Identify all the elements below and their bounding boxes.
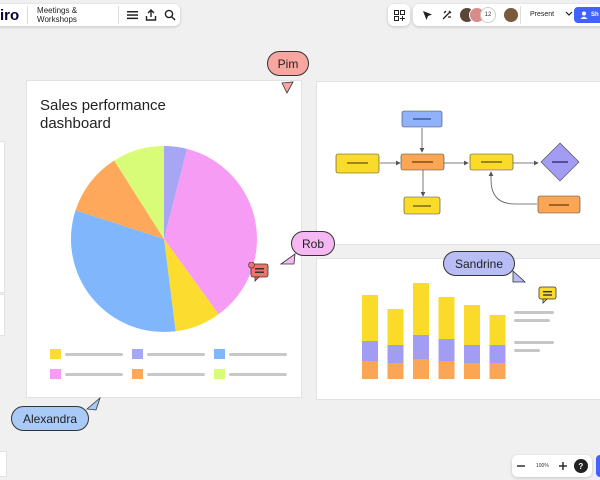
present-label: Present xyxy=(530,10,555,18)
bar-segment xyxy=(413,359,429,379)
panel-toggle-button[interactable] xyxy=(596,455,600,477)
zoom-in-button[interactable] xyxy=(555,455,571,477)
bar-segment xyxy=(413,335,429,359)
apps-toolbar xyxy=(388,4,410,26)
legend-swatch-green xyxy=(214,369,225,379)
present-button[interactable]: Present xyxy=(530,10,574,18)
miro-logo[interactable]: iro xyxy=(0,7,23,24)
cursor-arrow-icon xyxy=(280,253,296,265)
legend-swatch-yellow xyxy=(50,349,61,359)
legend-label-line xyxy=(229,353,287,356)
text-placeholder xyxy=(514,341,554,344)
flowchart-diagram xyxy=(335,110,581,215)
apps-icon[interactable] xyxy=(388,4,410,26)
bar-segment xyxy=(464,305,480,345)
cursor-label-pim: Pim xyxy=(267,51,309,76)
reaction-icon[interactable] xyxy=(436,4,458,26)
bar-segment xyxy=(464,363,480,379)
cursor-label-sandrine: Sandrine xyxy=(443,251,515,276)
avatar[interactable] xyxy=(503,7,519,23)
board-name[interactable]: Meetings & Workshops xyxy=(32,2,114,28)
bar-segment xyxy=(362,341,378,361)
legend-label-line xyxy=(147,353,205,356)
minus-icon xyxy=(517,465,525,467)
search-icon[interactable] xyxy=(161,4,180,26)
bar-segment xyxy=(464,345,480,363)
left-panel xyxy=(0,295,4,335)
bar-segment xyxy=(362,361,378,379)
bar-segment xyxy=(387,345,404,363)
zoom-toolbar: 100% ? xyxy=(512,455,592,477)
chevron-down-icon xyxy=(565,11,573,16)
share-label: Sh xyxy=(591,12,599,18)
bar-segment xyxy=(489,345,506,363)
bar-segment xyxy=(387,363,404,379)
bar-segment xyxy=(489,315,506,345)
cursor-arrow-icon xyxy=(86,397,101,411)
board-toolbar: iro Meetings & Workshops xyxy=(0,4,180,26)
bar-segment xyxy=(489,363,506,379)
export-icon[interactable] xyxy=(142,4,161,26)
stacked-bar-chart xyxy=(362,283,506,379)
bar-segment xyxy=(438,339,455,361)
plus-icon xyxy=(558,462,567,470)
user-icon xyxy=(580,11,588,19)
legend-swatch-orange xyxy=(132,369,143,379)
left-panel xyxy=(0,452,6,476)
zoom-level[interactable]: 100% xyxy=(530,463,555,469)
legend-swatch-pink xyxy=(50,369,61,379)
legend-swatch-purple xyxy=(132,349,143,359)
toolbar-divider xyxy=(520,6,521,24)
cursor-label-alexandra: Alexandra xyxy=(11,406,89,431)
cursor-arrow-icon xyxy=(281,81,294,94)
comment-icon[interactable] xyxy=(538,286,558,309)
collaboration-toolbar: 12 Present Sh xyxy=(413,4,600,26)
cursor-label-rob: Rob xyxy=(291,231,335,256)
comment-icon[interactable] xyxy=(248,261,270,287)
toolbar-divider xyxy=(117,6,119,24)
legend-swatch-blue xyxy=(214,349,225,359)
cursor-arrow-icon xyxy=(512,270,527,283)
legend-label-line xyxy=(65,353,123,356)
bar-segment xyxy=(438,297,455,339)
share-button[interactable]: Sh xyxy=(574,7,600,23)
collaborator-count[interactable]: 12 xyxy=(480,7,496,23)
dashboard-frame[interactable]: Sales performance dashboard xyxy=(27,81,301,397)
text-placeholder xyxy=(514,349,540,352)
toolbar-divider xyxy=(27,6,29,24)
zoom-out-button[interactable] xyxy=(512,455,530,477)
left-panel xyxy=(0,142,4,292)
bar-segment xyxy=(413,283,429,335)
flowchart-frame[interactable] xyxy=(317,82,600,244)
text-placeholder xyxy=(514,311,554,314)
legend-label-line xyxy=(65,373,123,376)
help-button[interactable]: ? xyxy=(573,459,588,473)
bar-chart-frame[interactable] xyxy=(317,259,600,399)
legend-label-line xyxy=(147,373,205,376)
bar-segment xyxy=(387,309,404,345)
menu-icon[interactable] xyxy=(122,4,141,26)
legend-label-line xyxy=(229,373,287,376)
text-placeholder xyxy=(514,319,550,322)
bar-segment xyxy=(438,361,455,379)
bar-segment xyxy=(362,295,378,341)
cursor-icon[interactable] xyxy=(416,4,438,26)
pie-chart xyxy=(70,146,257,332)
